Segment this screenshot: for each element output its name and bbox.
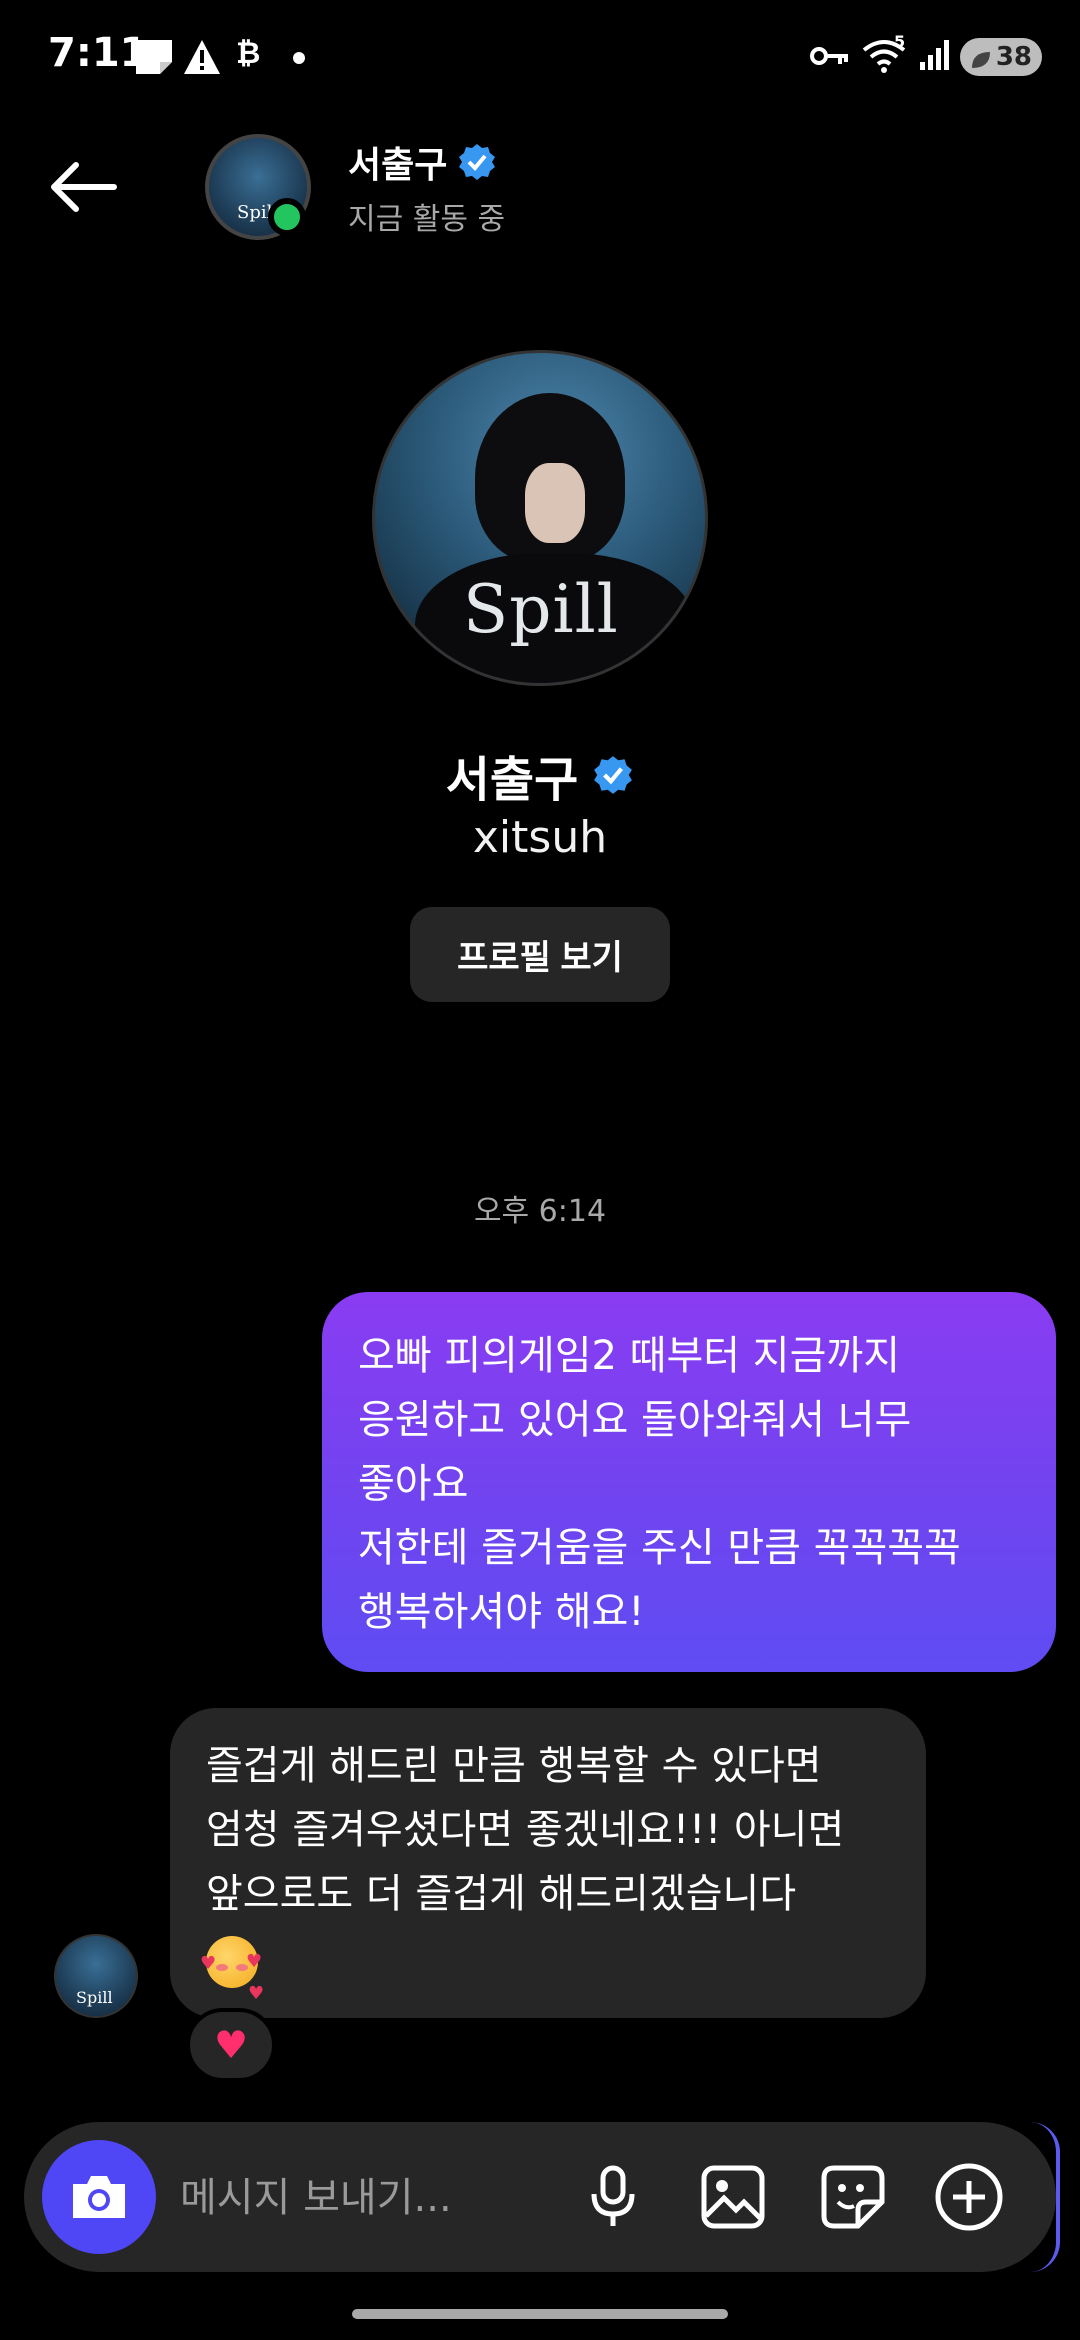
camera-icon [73, 2176, 125, 2218]
outgoing-message-bubble[interactable]: 오빠 피의게임2 때부터 지금까지 응원하고 있어요 돌아와줘서 너무 좋아요 … [322, 1292, 1056, 1672]
verified-badge-icon [594, 756, 633, 794]
avatar-logo-text: Spill [76, 1988, 113, 2007]
signal-icon [918, 38, 952, 76]
heart-icon: ♥ [213, 2023, 249, 2067]
status-bar: 7:11 ₿ 5 38 [0, 0, 1080, 110]
back-button[interactable] [46, 160, 120, 214]
profile-handle: xitsuh [472, 812, 608, 863]
home-indicator[interactable] [352, 2309, 728, 2319]
message-line: 즐겁게 해드린 만큼 행복할 수 있다면 [206, 1743, 822, 1789]
chat-header: Spil 서출구 지금 활동 중 [0, 120, 1080, 250]
avatar-logo-text: Spil [237, 202, 273, 223]
emoji-line: ♥ ♥ ♥ [200, 1926, 890, 2004]
microphone-icon [591, 2165, 635, 2226]
active-status: 지금 활동 중 [348, 202, 506, 237]
sticker-icon [821, 2165, 885, 2229]
online-indicator [268, 198, 306, 236]
heart-reaction[interactable]: ♥ [186, 2008, 276, 2082]
message-line: 응원하고 있어요 돌아와줘서 너무 [358, 1397, 912, 1443]
message-timestamp: 오후 6:14 [473, 1194, 607, 1229]
leaf-icon [970, 47, 992, 77]
microphone-button[interactable] [574, 2158, 652, 2236]
message-line: 행복하셔야 해요! [358, 1589, 645, 1635]
profile-avatar[interactable]: Spill [372, 350, 708, 686]
message-line: 저한테 즐거움을 주신 만큼 꼭꼭꼭꼭 [358, 1525, 961, 1571]
message-line: 오빠 피의게임2 때부터 지금까지 [358, 1333, 900, 1379]
note-icon [134, 38, 176, 80]
avatar-face [525, 463, 585, 543]
view-profile-button[interactable]: 프로필 보기 [410, 907, 670, 1002]
header-name: 서출구 [348, 145, 448, 186]
smiling-face-with-hearts-icon: ♥ ♥ ♥ [200, 1936, 264, 2004]
avatar-logo: Spill [463, 571, 619, 648]
small-heart-icon: ♥ [200, 1953, 217, 1974]
header-name-row[interactable]: 서출구 [348, 136, 497, 188]
camera-button[interactable] [42, 2140, 156, 2254]
battery-icon: 38 [960, 38, 1042, 76]
plus-circle-icon [935, 2163, 1003, 2231]
composer-edge [1030, 2122, 1060, 2272]
alert-icon [182, 38, 222, 80]
image-icon [701, 2165, 765, 2229]
gallery-button[interactable] [694, 2158, 772, 2236]
key-icon [810, 44, 850, 72]
message-line: 앞으로도 더 즐겁게 해드리겠습니다 [206, 1871, 797, 1917]
status-time: 7:11 [48, 30, 148, 76]
sticker-button[interactable] [814, 2158, 892, 2236]
sender-avatar[interactable]: Spill [54, 1934, 138, 2018]
message-line: 좋아요 [358, 1461, 469, 1507]
incoming-message-bubble[interactable]: 즐겁게 해드린 만큼 행복할 수 있다면 엄청 즐겨우셨다면 좋겠네요!!! 아… [170, 1708, 926, 2018]
profile-name: 서출구 [445, 752, 579, 808]
bitcoin-b-icon: ₿ [236, 36, 261, 71]
message-input[interactable] [180, 2168, 540, 2228]
profile-name-row: 서출구 [0, 740, 1080, 810]
arrow-left-icon [51, 162, 117, 212]
add-button[interactable] [930, 2158, 1008, 2236]
wifi-badge: 5 [894, 32, 906, 51]
message-composer [24, 2122, 1060, 2272]
battery-level: 38 [995, 42, 1032, 72]
verified-badge-icon [459, 144, 496, 180]
message-line: 엄청 즐겨우셨다면 좋겠네요!!! 아니면 [206, 1807, 845, 1853]
dot-icon [292, 50, 306, 69]
